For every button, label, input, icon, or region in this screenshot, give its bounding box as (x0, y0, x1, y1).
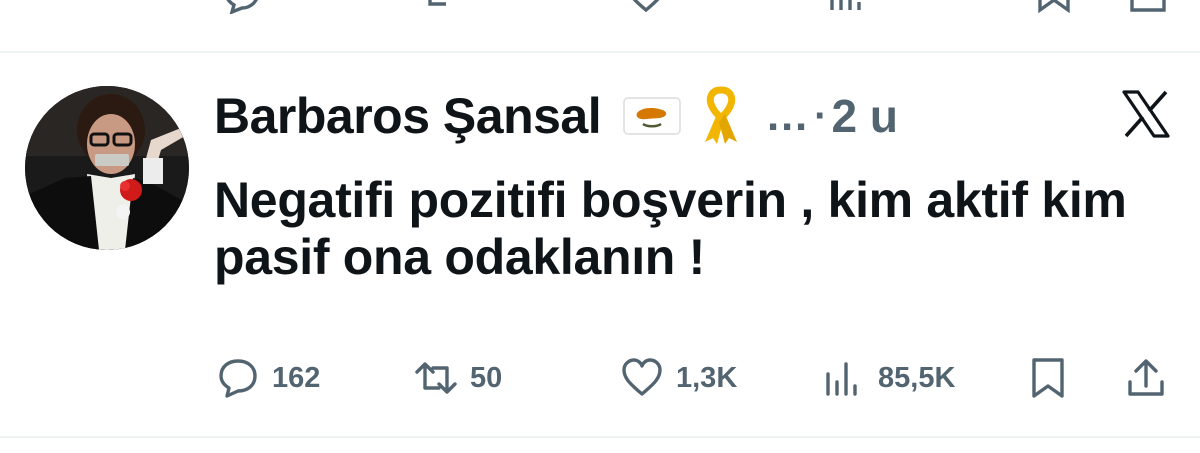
tweet-header: Barbaros Şansal … · 2 u (214, 84, 898, 148)
avatar[interactable] (25, 86, 189, 250)
views-button[interactable]: 85,5K (822, 354, 955, 402)
views-icon (826, 362, 857, 396)
share-button[interactable] (1124, 354, 1168, 402)
reply-icon (219, 359, 257, 398)
separator-dot: · (814, 93, 828, 138)
tweet-actions: 162 50 1,3K 85,5K (0, 354, 1200, 402)
views-icon[interactable] (826, 0, 870, 14)
retweet-button[interactable]: 50 (414, 354, 502, 402)
bookmark-icon[interactable] (1032, 0, 1076, 14)
divider-top (0, 51, 1200, 53)
bookmark-button[interactable] (1026, 354, 1070, 402)
share-icon (1128, 359, 1164, 396)
like-button[interactable]: 1,3K (620, 354, 737, 402)
x-logo-icon (1120, 90, 1172, 138)
avatar-image (25, 86, 189, 250)
previous-tweet-actions (0, 0, 1200, 14)
divider-bottom (0, 436, 1200, 438)
like-count: 1,3K (676, 361, 738, 394)
author-name[interactable]: Barbaros Şansal (214, 87, 602, 145)
retweet-count: 50 (470, 361, 503, 394)
share-icon[interactable] (1126, 0, 1170, 14)
retweet-icon[interactable] (418, 0, 462, 14)
retweet-icon (415, 362, 457, 394)
name-ellipsis: … (765, 91, 811, 140)
cyprus-flag-icon (623, 97, 681, 135)
bookmark-icon (1032, 358, 1064, 398)
tweet-text: Negatifi pozitifi boşverin , kim aktif k… (214, 172, 1127, 285)
reply-count: 162 (272, 361, 321, 394)
reply-icon[interactable] (220, 0, 264, 14)
reply-button[interactable]: 162 (216, 354, 320, 402)
views-count: 85,5K (878, 361, 956, 394)
like-icon (622, 358, 662, 396)
tweet[interactable]: Barbaros Şansal … · 2 u Negatifi pozitif… (0, 54, 1200, 438)
like-icon[interactable] (624, 0, 668, 14)
tweet-time[interactable]: 2 u (831, 89, 897, 143)
yellow-ribbon-icon (699, 86, 743, 146)
